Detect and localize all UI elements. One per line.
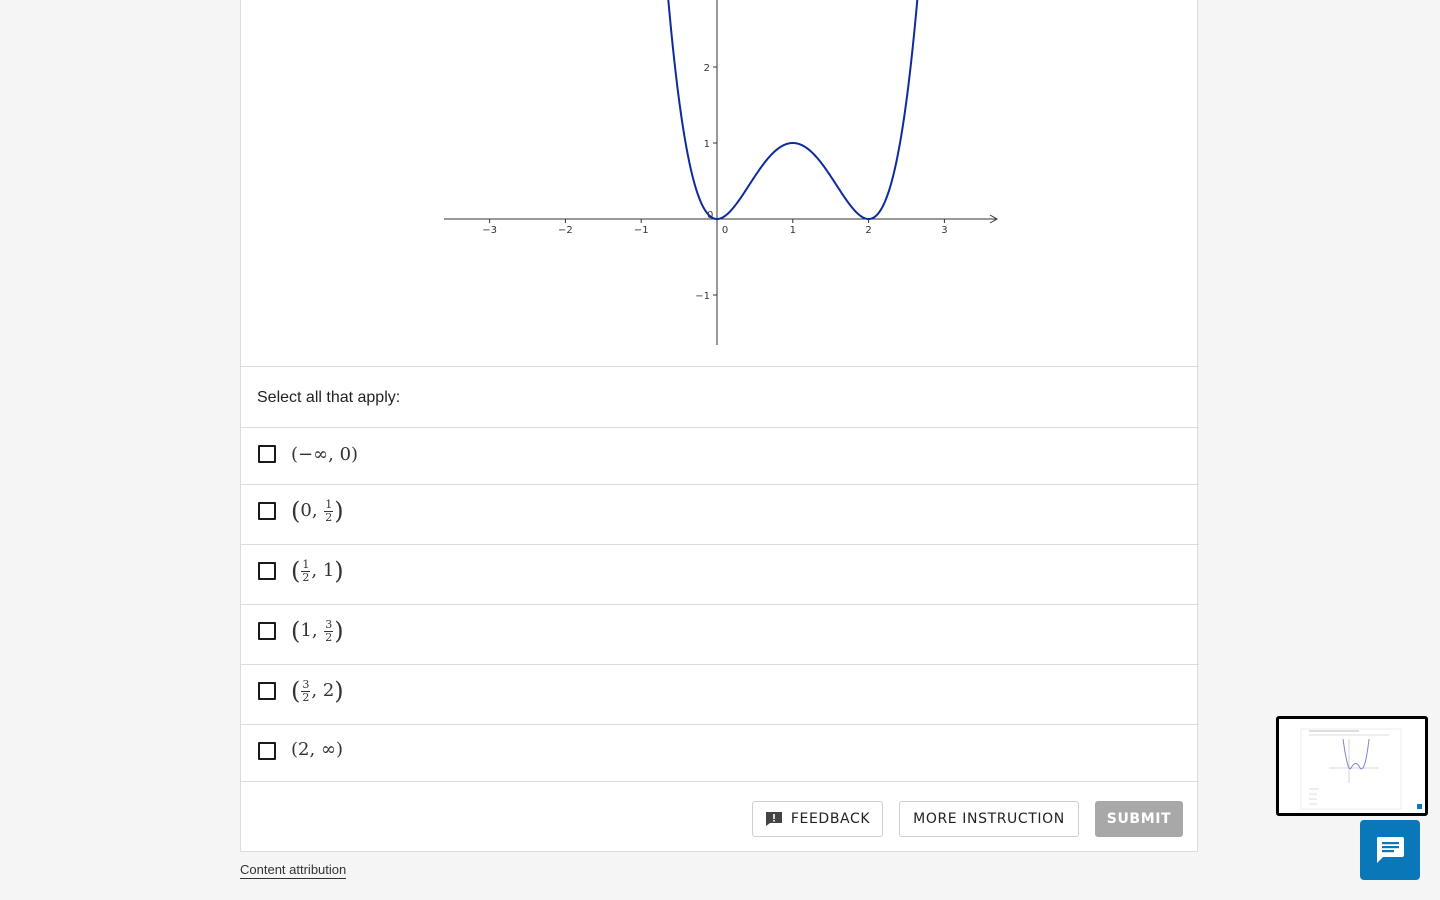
question-prompt: Select all that apply: <box>257 389 401 406</box>
chat-button[interactable] <box>1360 820 1420 880</box>
chat-icon <box>1377 837 1404 863</box>
fraction-three-halves: 32 <box>301 677 311 704</box>
checkbox[interactable] <box>258 445 276 463</box>
submit-label: SUBMIT <box>1106 811 1172 827</box>
option-label: (2, ∞) <box>291 739 343 760</box>
x-tick-label: 3 <box>941 225 947 236</box>
option-label: (1, 3 2) <box>291 617 344 645</box>
option-row[interactable]: (3 2, 2) <box>241 664 1199 724</box>
checkbox[interactable] <box>258 742 276 760</box>
fraction-half: 12 <box>324 497 334 524</box>
checkbox[interactable] <box>258 682 276 700</box>
option-label: (3 2, 2) <box>291 677 344 705</box>
option-label: (−∞, 0) <box>291 444 359 465</box>
more-instruction-label: MORE INSTRUCTION <box>913 811 1065 827</box>
option-row[interactable]: (1, 3 2) <box>241 604 1199 664</box>
option-label: (0, 1 2) <box>291 497 344 525</box>
fraction-three-halves: 32 <box>324 617 334 644</box>
checkbox[interactable] <box>258 622 276 640</box>
x-tick-label: 0 <box>722 225 728 236</box>
feedback-button[interactable]: FEEDBACK <box>752 801 883 837</box>
x-tick-label: 1 <box>790 225 796 236</box>
content-attribution-link[interactable]: Content attribution <box>240 862 347 879</box>
page-thumbnail-preview[interactable] <box>1276 716 1428 816</box>
x-tick-label: −2 <box>558 225 573 236</box>
more-instruction-button[interactable]: MORE INSTRUCTION <box>899 801 1079 837</box>
option-row[interactable]: (2, ∞) <box>241 724 1199 781</box>
function-graph: −3 −2 −1 0 1 2 3 2 1 −1 0 <box>241 0 1199 367</box>
option-row[interactable]: (−∞, 0) <box>241 427 1199 484</box>
x-tick-label: −1 <box>634 225 649 236</box>
checkbox[interactable] <box>258 562 276 580</box>
thumbnail-image <box>1300 728 1422 810</box>
feedback-label: FEEDBACK <box>790 811 871 827</box>
submit-button[interactable]: SUBMIT <box>1095 801 1183 837</box>
y-tick-label: −1 <box>695 291 710 302</box>
checkbox[interactable] <box>258 502 276 520</box>
fraction-half: 12 <box>301 557 311 584</box>
feedback-icon <box>765 812 782 826</box>
y-tick-label: 2 <box>704 63 710 74</box>
graph-svg: −3 −2 −1 0 1 2 321−10 <box>444 0 999 345</box>
x-tick-label: −3 <box>482 225 497 236</box>
y-tick-label: 1 <box>704 139 710 150</box>
function-curve <box>667 0 919 221</box>
x-tick-label: 2 <box>865 225 871 236</box>
option-row[interactable]: (1 2, 1) <box>241 544 1199 604</box>
option-row[interactable]: (0, 1 2) <box>241 484 1199 544</box>
question-card: −3 −2 −1 0 1 2 3 2 1 −1 0 Select all that apply: (… <box>240 0 1199 852</box>
option-label: (1 2, 1) <box>291 557 344 585</box>
